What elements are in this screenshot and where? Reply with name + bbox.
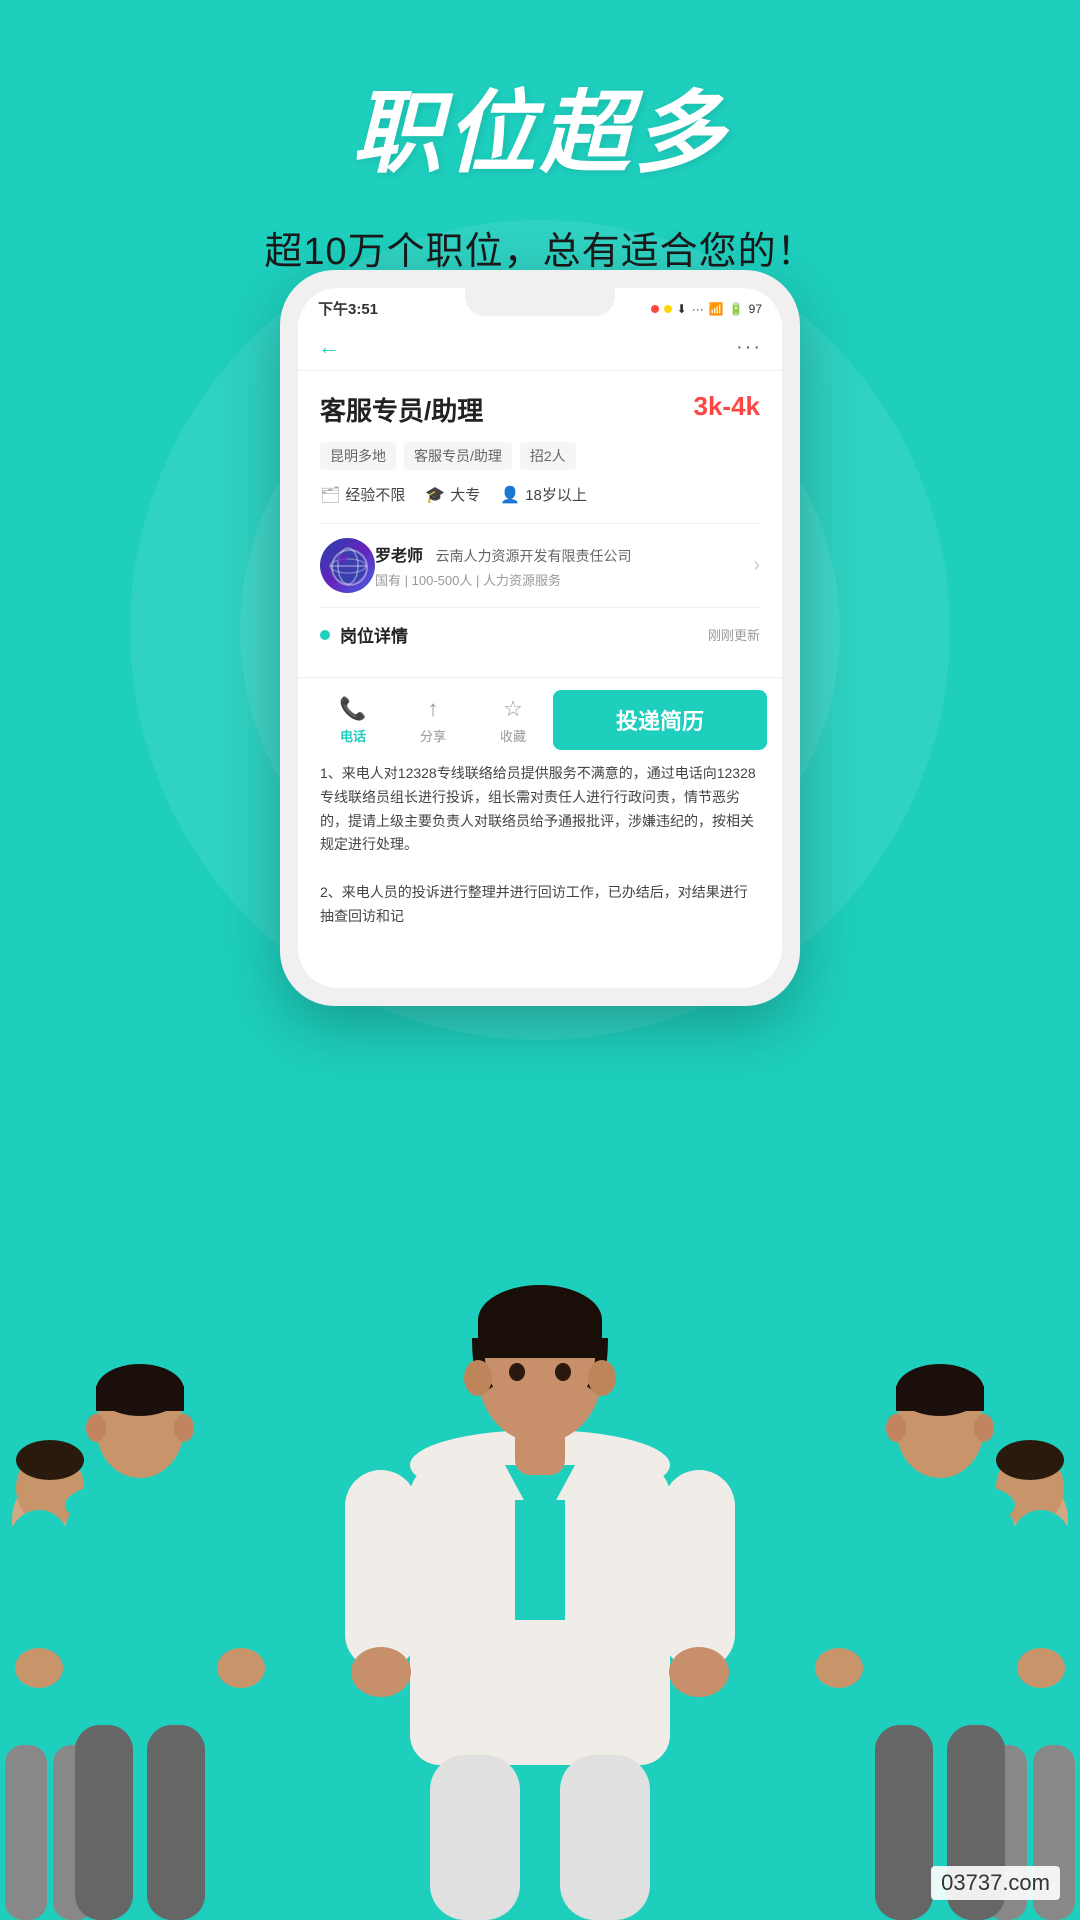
status-time: 下午3:51 [318,298,378,319]
job-title: 客服专员/助理 [320,391,483,428]
company-avatar [320,538,375,593]
people-section [0,1170,1080,1920]
person-left [0,1320,280,1920]
age-icon: 👤 [500,485,520,505]
job-tag-headcount: 招2人 [520,442,576,470]
company-meta: 国有 | 100-500人 | 人力资源服务 [375,570,753,589]
job-details-header: 岗位详情 刚刚更新 [320,622,760,647]
more-icon: ··· [692,302,704,316]
status-dot-red [651,305,659,313]
share-label: 分享 [420,726,446,745]
recruiter-name: 罗老师 云南人力资源开发有限责任公司 [375,542,753,566]
phone-frame: 下午3:51 ⬇ ··· 📶 🔋 97 ← ··· 客服专 [280,270,800,1006]
person-center [330,1220,750,1920]
education-label: 大专 [450,484,480,505]
update-time: 刚刚更新 [708,625,760,644]
job-description: 1、来电人对12328专线联络给员提供服务不满意的，通过电话向12328专线联络… [298,762,782,939]
watermark: 03737.com [931,1866,1060,1900]
job-salary: 3k-4k [694,391,761,422]
action-bar: 📞 电话 ↑ 分享 ☆ 收藏 投递简历 [298,677,782,762]
subtitle: 超10万个职位，总有适合您的！ [0,220,1080,275]
job-content: 客服专员/助理 3k-4k 昆明多地 客服专员/助理 招2人 🗂 经验不限 🎓 [298,371,782,677]
status-icons: ⬇ ··· 📶 🔋 97 [651,302,762,316]
more-options-button[interactable]: ··· [736,336,762,359]
job-header: 客服专员/助理 3k-4k [320,391,760,428]
wifi-icon: 🔋 [729,302,744,316]
education-icon: 🎓 [425,485,445,505]
app-nav-bar: ← ··· [298,324,782,371]
apply-button[interactable]: 投递简历 [553,690,767,750]
req-experience: 🗂 经验不限 [320,484,405,505]
star-icon: ☆ [503,696,523,722]
phone-icon: 📞 [339,696,366,722]
phone-action[interactable]: 📞 电话 [313,696,393,745]
battery-level: 97 [749,302,762,316]
job-details-title: 岗位详情 [340,622,698,647]
company-info: 罗老师 云南人力资源开发有限责任公司 国有 | 100-500人 | 人力资源服… [375,542,753,589]
main-title: 职位超多 [0,60,1080,190]
experience-icon: 🗂 [320,485,340,505]
phone-notch [465,288,615,316]
job-requirements: 🗂 经验不限 🎓 大专 👤 18岁以上 [320,484,760,505]
download-icon: ⬇ [677,302,687,316]
req-education: 🎓 大专 [425,484,480,505]
req-age: 👤 18岁以上 [500,484,587,505]
share-action[interactable]: ↑ 分享 [393,696,473,745]
job-tags: 昆明多地 客服专员/助理 招2人 [320,442,760,470]
status-dot-yellow [664,305,672,313]
job-tag-position: 客服专员/助理 [404,442,512,470]
company-section[interactable]: 罗老师 云南人力资源开发有限责任公司 国有 | 100-500人 | 人力资源服… [320,523,760,608]
signal-icon: 📶 [709,302,724,316]
collect-action[interactable]: ☆ 收藏 [473,696,553,745]
header-section: 职位超多 超10万个职位，总有适合您的！ [0,0,1080,275]
green-dot-icon [320,630,330,640]
share-icon: ↑ [428,696,439,722]
job-tag-location: 昆明多地 [320,442,396,470]
experience-label: 经验不限 [345,484,405,505]
back-button[interactable]: ← [318,334,340,360]
phone-screen: 下午3:51 ⬇ ··· 📶 🔋 97 ← ··· 客服专 [298,288,782,988]
person-right [800,1320,1080,1920]
phone-mockup: 下午3:51 ⬇ ··· 📶 🔋 97 ← ··· 客服专 [280,270,800,1006]
collect-label: 收藏 [500,726,526,745]
company-arrow-icon: › [753,554,760,577]
phone-label: 电话 [340,726,366,745]
age-label: 18岁以上 [525,484,587,505]
